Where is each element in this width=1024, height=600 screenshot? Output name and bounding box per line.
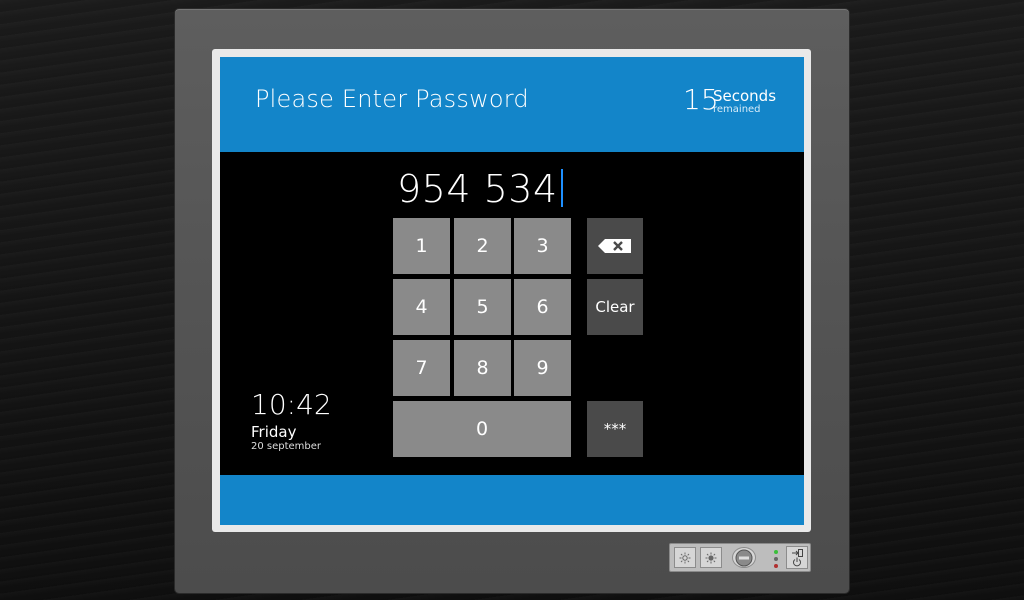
logo-button[interactable] bbox=[732, 547, 756, 568]
clock-day: Friday bbox=[251, 423, 297, 441]
key-7[interactable]: 7 bbox=[393, 340, 450, 396]
footer-bar bbox=[220, 475, 804, 525]
status-led-red bbox=[774, 564, 778, 568]
key-0[interactable]: 0 bbox=[393, 401, 571, 457]
text-cursor bbox=[560, 169, 563, 207]
login-icon bbox=[792, 548, 803, 557]
clock-time: 10:42 bbox=[251, 388, 332, 421]
clear-button[interactable]: Clear bbox=[587, 279, 643, 335]
header-bar: Please Enter Password 15 Seconds remaine… bbox=[220, 57, 804, 152]
key-2[interactable]: 2 bbox=[454, 218, 511, 274]
key-9[interactable]: 9 bbox=[514, 340, 571, 396]
backspace-icon bbox=[598, 239, 631, 253]
login-power-button[interactable] bbox=[786, 546, 808, 569]
screen: Please Enter Password 15 Seconds remaine… bbox=[220, 57, 804, 525]
password-field[interactable]: 954 534 bbox=[397, 167, 563, 211]
hardware-control-panel bbox=[669, 543, 811, 572]
brightness-up-button[interactable] bbox=[700, 547, 722, 568]
timer-subtext: remained bbox=[713, 104, 761, 115]
status-led-off bbox=[774, 557, 778, 561]
key-5[interactable]: 5 bbox=[454, 279, 511, 335]
brightness-down-icon bbox=[679, 552, 691, 563]
password-value: 954 534 bbox=[397, 167, 558, 211]
key-8[interactable]: 8 bbox=[454, 340, 511, 396]
power-icon bbox=[793, 557, 801, 566]
mask-toggle-button[interactable]: *** bbox=[587, 401, 643, 457]
timer-unit: Seconds bbox=[713, 87, 777, 105]
key-6[interactable]: 6 bbox=[514, 279, 571, 335]
page-title: Please Enter Password bbox=[255, 85, 529, 113]
status-led-green bbox=[774, 550, 778, 554]
brightness-down-button[interactable] bbox=[674, 547, 696, 568]
key-4[interactable]: 4 bbox=[393, 279, 450, 335]
logo-icon bbox=[735, 549, 753, 566]
key-1[interactable]: 1 bbox=[393, 218, 450, 274]
key-3[interactable]: 3 bbox=[514, 218, 571, 274]
brightness-up-icon bbox=[705, 552, 717, 563]
backspace-button[interactable] bbox=[587, 218, 643, 274]
clock-date: 20 september bbox=[251, 441, 322, 452]
